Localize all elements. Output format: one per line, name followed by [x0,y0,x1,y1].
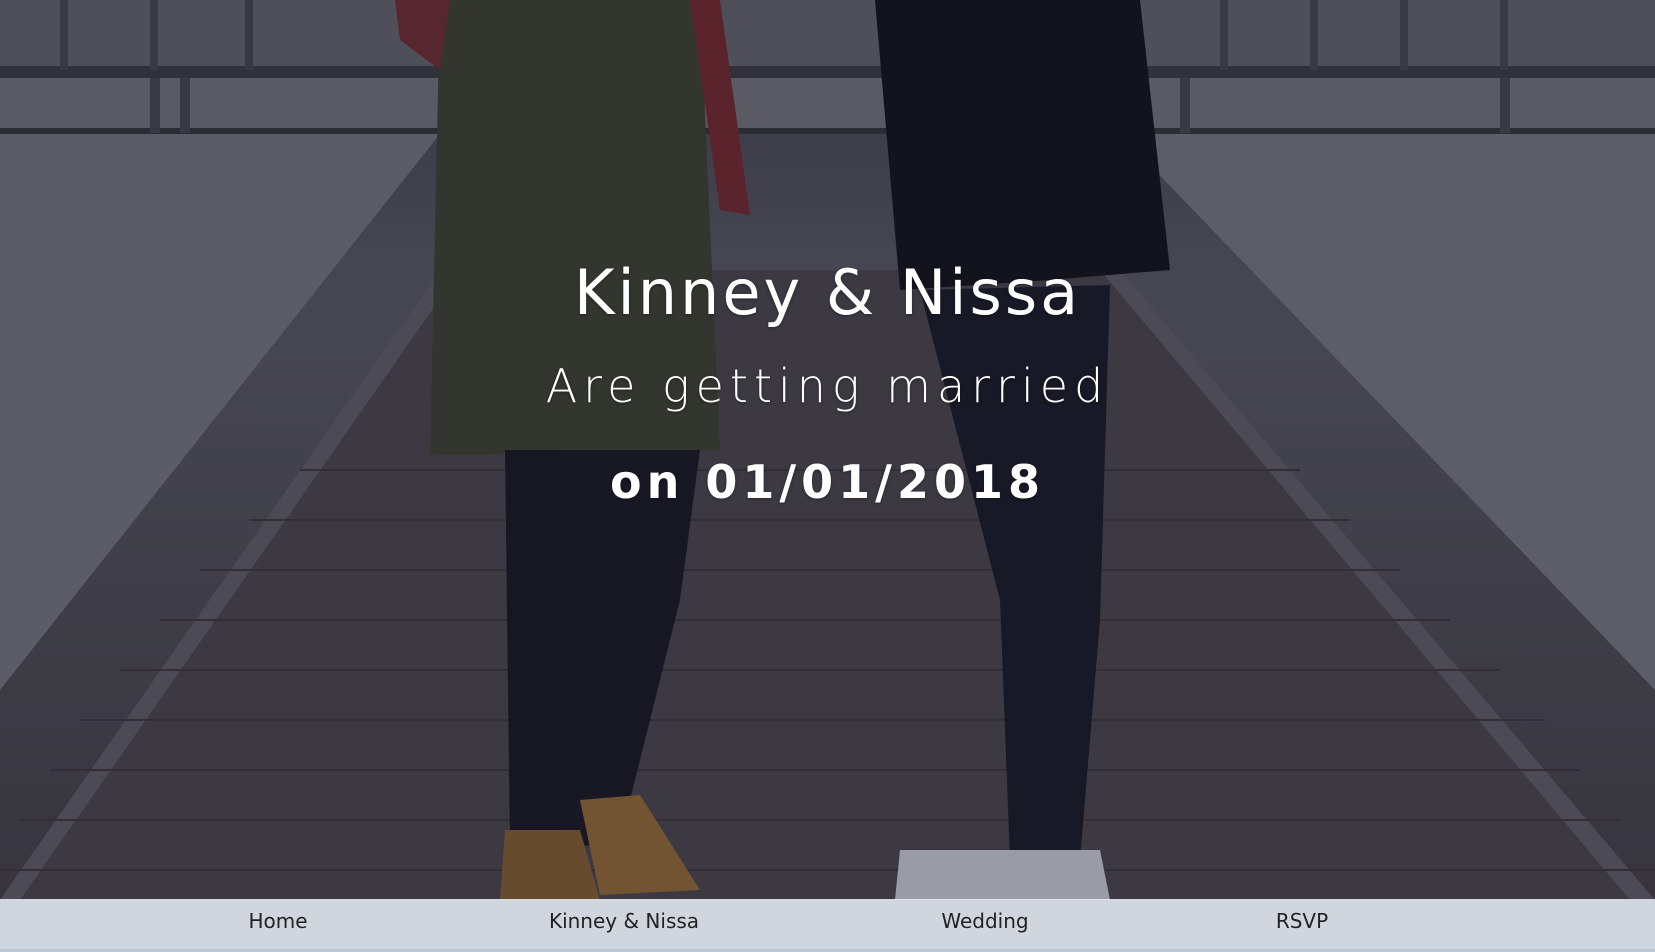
nav-item-wedding[interactable]: Wedding [885,899,1085,949]
nav-item-rsvp[interactable]: RSVP [1202,899,1402,949]
bottom-navbar: Home Kinney & Nissa Wedding RSVP [0,899,1655,952]
nav-item-home[interactable]: Home [178,899,378,949]
nav-item-couple[interactable]: Kinney & Nissa [524,899,724,949]
couple-names-heading: Kinney & Nissa [573,256,1082,329]
announcement-subtitle: Are getting married [545,359,1110,413]
page: Kinney & Nissa Are getting married on 01… [0,0,1655,952]
wedding-date: on 01/01/2018 [609,455,1046,509]
